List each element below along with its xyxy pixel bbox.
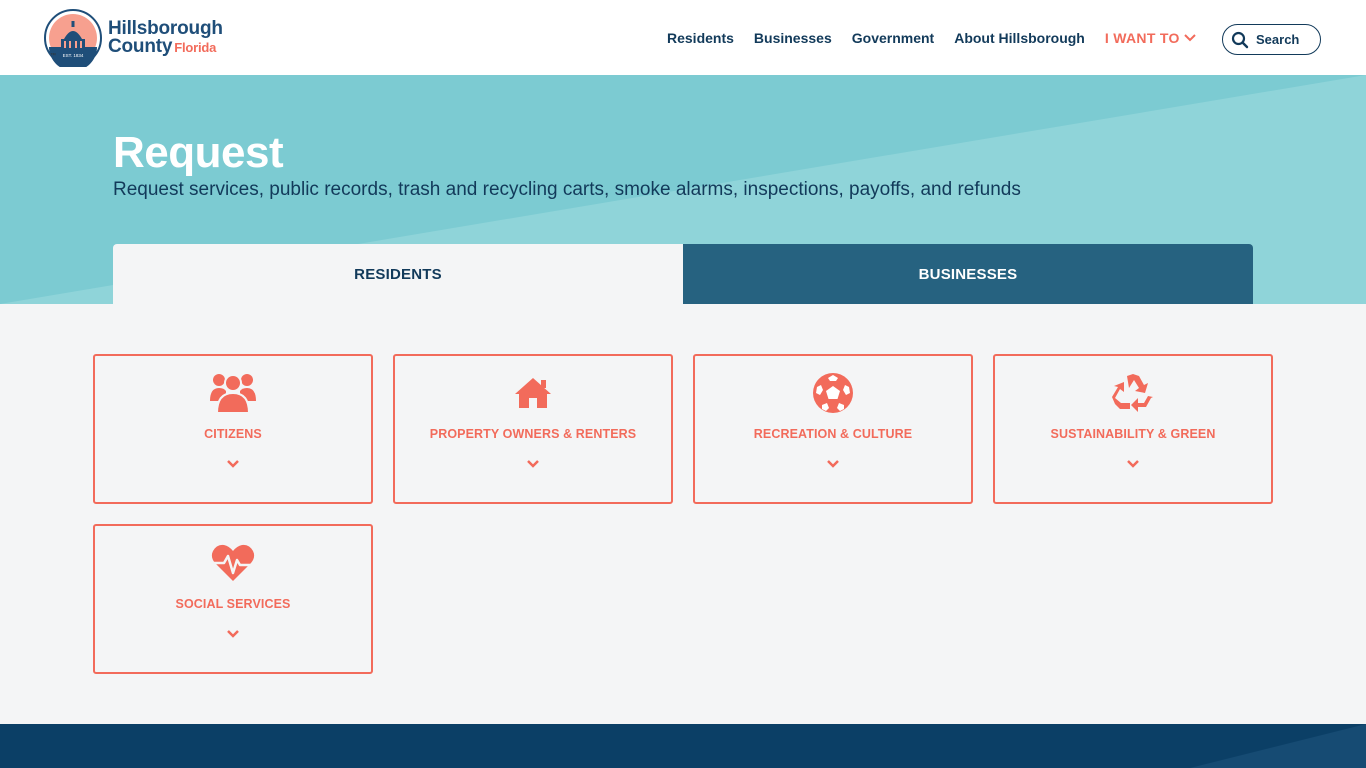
card-property-owners[interactable]: PROPERTY OWNERS & RENTERS	[393, 354, 673, 504]
nav-residents[interactable]: Residents	[667, 30, 734, 46]
card-label: PROPERTY OWNERS & RENTERS	[429, 427, 637, 441]
card-label: SOCIAL SERVICES	[175, 597, 291, 611]
audience-tabs: RESIDENTS BUSINESSES	[113, 244, 1253, 304]
page-subtitle: Request services, public records, trash …	[113, 179, 1021, 200]
card-sustainability-green[interactable]: SUSTAINABILITY & GREEN	[993, 354, 1273, 504]
search-label: Search	[1256, 32, 1300, 47]
logo-state: Florida	[174, 39, 217, 55]
chevron-down-icon	[827, 460, 839, 468]
tab-residents[interactable]: RESIDENTS	[113, 244, 683, 304]
logo-trademark: ™	[50, 53, 56, 59]
footer-stripe-decoration	[1190, 724, 1366, 768]
search-icon	[1231, 31, 1249, 48]
card-citizens[interactable]: CITIZENS	[93, 354, 373, 504]
card-label: CITIZENS	[204, 427, 262, 441]
nav-about[interactable]: About Hillsborough	[954, 30, 1085, 46]
tab-businesses[interactable]: BUSINESSES	[683, 244, 1253, 304]
card-label: RECREATION & CULTURE	[753, 427, 913, 441]
heartbeat-icon	[209, 540, 257, 586]
chevron-down-icon	[227, 630, 239, 638]
recycle-icon	[1109, 370, 1157, 416]
chevron-down-icon	[1183, 34, 1196, 42]
card-recreation-culture[interactable]: RECREATION & CULTURE	[693, 354, 973, 504]
main-nav: Residents Businesses Government About Hi…	[667, 30, 1196, 46]
site-footer	[0, 724, 1366, 768]
page-title: Request	[113, 128, 284, 177]
house-icon	[509, 370, 557, 416]
card-label: SUSTAINABILITY & GREEN	[1050, 427, 1216, 441]
chevron-down-icon	[1127, 460, 1139, 468]
i-want-to-label: I WANT TO	[1104, 30, 1180, 46]
seal-text: EST. 1834	[63, 53, 84, 58]
soccer-ball-icon	[809, 370, 857, 416]
chevron-down-icon	[527, 460, 539, 468]
search-button[interactable]: Search	[1222, 24, 1321, 55]
nav-government[interactable]: Government	[852, 30, 934, 46]
site-header: EST. 1834 Hillsborough County Florida ™ R…	[0, 0, 1366, 75]
nav-businesses[interactable]: Businesses	[754, 30, 832, 46]
chevron-down-icon	[227, 460, 239, 468]
users-icon	[209, 370, 257, 416]
card-social-services[interactable]: SOCIAL SERVICES	[93, 524, 373, 674]
county-logo[interactable]: EST. 1834 Hillsborough County Florida	[44, 9, 223, 67]
logo-line2: County	[108, 35, 173, 57]
i-want-to-menu[interactable]: I WANT TO	[1105, 30, 1196, 46]
